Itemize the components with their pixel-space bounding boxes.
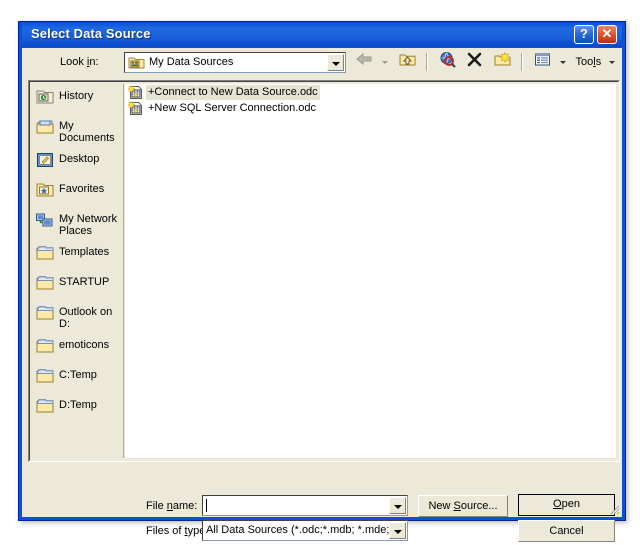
odc-file-icon bbox=[127, 84, 144, 100]
places-item-label: STARTUP bbox=[59, 276, 110, 288]
page-title: Select Data Source bbox=[31, 26, 151, 41]
folder-icon bbox=[36, 245, 54, 261]
browser-area-inner: History My Documents Desktop Favorites My Ne… bbox=[29, 81, 619, 461]
select-data-source-dialog: Select Data Source ? ✕ Look in: My Data … bbox=[18, 21, 626, 542]
places-item-label: Desktop bbox=[59, 153, 100, 165]
text-caret bbox=[206, 499, 207, 512]
places-item-history[interactable]: History bbox=[32, 84, 123, 114]
up-one-level-button[interactable] bbox=[396, 51, 419, 73]
places-item-emoticons[interactable]: emoticons bbox=[32, 333, 123, 363]
file-list[interactable]: +Connect to New Data Source.odc +New SQL … bbox=[125, 84, 616, 458]
odc-file-icon bbox=[127, 100, 144, 116]
file-list-item[interactable]: +New SQL Server Connection.odc bbox=[127, 100, 616, 116]
places-item-d-temp[interactable]: D:Temp bbox=[32, 393, 123, 423]
file-dialog-toolbar: Tools bbox=[353, 51, 618, 75]
my-documents-icon bbox=[36, 119, 54, 135]
desktop-icon bbox=[36, 152, 54, 168]
favorites-folder-icon bbox=[36, 182, 54, 198]
open-button[interactable]: Open bbox=[518, 494, 615, 516]
cancel-button[interactable]: Cancel bbox=[518, 520, 615, 542]
filetype-combobox[interactable]: All Data Sources (*.odc;*.mdb; *.mde; bbox=[202, 520, 408, 541]
delete-button[interactable] bbox=[463, 51, 486, 73]
filetype-value: All Data Sources (*.odc;*.mdb; *.mde; bbox=[206, 524, 390, 536]
places-item-desktop[interactable]: Desktop bbox=[32, 147, 123, 177]
places-item-label: Favorites bbox=[59, 183, 105, 195]
places-bar: History My Documents Desktop Favorites My Ne… bbox=[32, 84, 124, 458]
back-dropdown-chevron-down-icon[interactable] bbox=[380, 51, 391, 73]
title-bar[interactable]: Select Data Source ? ✕ bbox=[22, 22, 622, 48]
places-item-label: Outlook on D: bbox=[59, 306, 113, 330]
search-web-button[interactable] bbox=[436, 51, 459, 73]
history-folder-icon bbox=[36, 89, 54, 105]
views-button[interactable] bbox=[531, 51, 554, 73]
places-item-templates[interactable]: Templates bbox=[32, 240, 123, 270]
places-item-label: emoticons bbox=[59, 339, 110, 351]
places-item-startup[interactable]: STARTUP bbox=[32, 270, 123, 300]
dialog-inner-frame: Select Data Source ? ✕ Look in: My Data … bbox=[19, 22, 625, 542]
places-item-outlook-on-d[interactable]: Outlook on D: bbox=[32, 300, 123, 333]
folder-icon bbox=[36, 368, 54, 384]
network-places-icon bbox=[36, 212, 54, 228]
lookin-dropdown-arrow[interactable] bbox=[327, 54, 344, 71]
places-item-my-network-places[interactable]: My Network Places bbox=[32, 207, 123, 240]
lookin-value: My Data Sources bbox=[149, 56, 234, 68]
tools-chevron-down-icon[interactable] bbox=[607, 51, 618, 73]
filename-input[interactable] bbox=[202, 495, 408, 516]
folder-icon bbox=[36, 305, 54, 321]
folder-icon bbox=[36, 275, 54, 291]
filename-dropdown-arrow[interactable] bbox=[389, 497, 406, 514]
resize-grip[interactable] bbox=[607, 502, 620, 515]
lookin-combobox[interactable]: My Data Sources bbox=[124, 52, 346, 73]
file-list-item-label: +Connect to New Data Source.odc bbox=[146, 85, 320, 100]
lookin-label: Look in: bbox=[60, 56, 99, 68]
places-item-label: C:Temp bbox=[59, 369, 97, 381]
help-button[interactable]: ? bbox=[574, 25, 594, 44]
folder-icon bbox=[36, 338, 54, 354]
close-button[interactable]: ✕ bbox=[597, 25, 617, 44]
places-item-c-temp[interactable]: C:Temp bbox=[32, 363, 123, 393]
places-item-label: Templates bbox=[59, 246, 110, 258]
filetype-dropdown-arrow[interactable] bbox=[389, 522, 406, 539]
places-item-label: D:Temp bbox=[59, 399, 97, 411]
toolbar-separator bbox=[521, 53, 524, 71]
file-list-item[interactable]: +Connect to New Data Source.odc bbox=[127, 84, 616, 100]
places-item-label: My Documents bbox=[59, 120, 115, 144]
places-item-label: History bbox=[59, 90, 94, 102]
new-source-button[interactable]: New Source... bbox=[418, 495, 508, 517]
places-item-favorites[interactable]: Favorites bbox=[32, 177, 123, 207]
places-item-my-documents[interactable]: My Documents bbox=[32, 114, 123, 147]
tools-menu-button[interactable]: Tools bbox=[574, 51, 603, 73]
filename-label: File name: bbox=[146, 500, 198, 512]
back-button[interactable] bbox=[353, 51, 376, 73]
browser-area: History My Documents Desktop Favorites My Ne… bbox=[28, 80, 620, 462]
new-folder-button[interactable] bbox=[491, 51, 514, 73]
filetype-label: Files of type: bbox=[146, 525, 209, 537]
folder-datasources-icon bbox=[128, 55, 145, 75]
views-dropdown-chevron-down-icon[interactable] bbox=[558, 51, 569, 73]
lookin-toolbar-row: Look in: My Data Sources Tools bbox=[25, 49, 619, 78]
places-item-label: My Network Places bbox=[59, 213, 118, 237]
file-list-item-label: +New SQL Server Connection.odc bbox=[148, 102, 317, 114]
toolbar-separator bbox=[426, 53, 429, 71]
folder-icon bbox=[36, 398, 54, 414]
